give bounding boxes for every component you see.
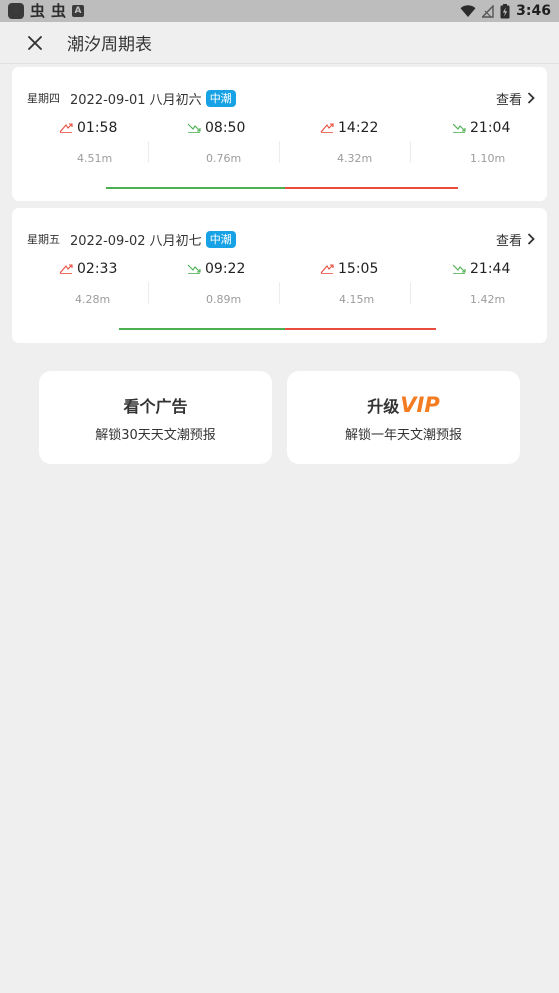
- tide-heights-row: 4.28m 0.89m 4.15m 1.42m: [12, 293, 547, 309]
- vip-tag: VIP: [400, 393, 440, 417]
- tide-time-value: 08:50: [205, 120, 246, 136]
- chevron-right-icon: [527, 92, 535, 104]
- view-details-link[interactable]: 查看: [496, 228, 535, 250]
- view-label: 查看: [495, 92, 522, 108]
- tide-height-value: 1.10m: [470, 152, 506, 165]
- tide-height-value: 4.51m: [77, 152, 113, 165]
- tide-day-card[interactable]: 星期五 2022-09-02 八月初七 中潮 查看 02:33 09:22 15…: [12, 208, 547, 343]
- date-label: 2022-09-02 八月初七: [70, 233, 202, 249]
- app-bar: 潮汐周期表: [0, 22, 559, 64]
- tide-time-low: 21:04: [452, 118, 510, 138]
- tide-height-value: 0.89m: [206, 293, 242, 306]
- app-notification-icon: [8, 3, 24, 19]
- page-title: 潮汐周期表: [67, 35, 152, 55]
- chevron-right-icon: [527, 233, 535, 245]
- tide-times-row: 01:58 08:50 14:22 21:04: [12, 118, 547, 138]
- tide-height-value: 4.15m: [339, 293, 375, 306]
- no-signal-icon: [482, 4, 494, 18]
- tide-rising-icon: [59, 264, 73, 274]
- upgrade-vip-button[interactable]: 升级 VIP 解锁一年天文潮预报: [287, 371, 520, 464]
- low-tide-bar: [119, 328, 285, 330]
- tide-height-value: 4.32m: [337, 152, 373, 165]
- tide-rising-icon: [320, 123, 334, 133]
- tide-level-badge: 中潮: [205, 230, 236, 248]
- high-tide-bar: [285, 328, 436, 330]
- close-button[interactable]: [18, 26, 52, 60]
- upgrade-vip-title: 升级 VIP: [367, 392, 439, 418]
- tide-heights-row: 4.51m 0.76m 4.32m 1.10m: [12, 152, 547, 168]
- low-tide-bar: [106, 187, 285, 189]
- tide-day-card[interactable]: 星期四 2022-09-01 八月初六 中潮 查看 01:58 08:50 14…: [12, 67, 547, 201]
- tide-time-high: 02:33: [59, 259, 117, 279]
- tide-time-value: 14:22: [338, 120, 379, 136]
- tide-time-high: 01:58: [59, 118, 117, 138]
- date-label: 2022-09-01 八月初六: [70, 92, 202, 108]
- battery-charging-icon: [500, 3, 510, 18]
- watch-ad-title: 看个广告: [123, 397, 188, 416]
- tide-height-value: 0.76m: [206, 152, 242, 165]
- view-label: 查看: [495, 233, 522, 249]
- tide-time-high: 14:22: [320, 118, 378, 138]
- high-tide-bar: [285, 187, 458, 189]
- tide-time-low: 09:22: [187, 259, 245, 279]
- tide-time-low: 21:44: [452, 259, 510, 279]
- close-icon: [28, 35, 42, 50]
- tide-time-value: 09:22: [205, 261, 246, 277]
- view-details-link[interactable]: 查看: [496, 87, 535, 109]
- watch-ad-button[interactable]: 看个广告 解锁30天天文潮预报: [39, 371, 272, 464]
- tide-time-high: 15:05: [320, 259, 378, 279]
- tide-time-value: 21:44: [470, 261, 511, 277]
- tide-time-value: 02:33: [77, 261, 118, 277]
- tide-rising-icon: [320, 264, 334, 274]
- tide-time-value: 01:58: [77, 120, 118, 136]
- wifi-icon: [460, 5, 476, 17]
- tide-level-badge: 中潮: [205, 89, 236, 107]
- bug-notification-icon: 虫: [30, 2, 46, 20]
- tide-times-row: 02:33 09:22 15:05 21:44: [12, 259, 547, 279]
- weekday-label: 星期四: [27, 92, 60, 105]
- watch-ad-subtitle: 解锁30天天文潮预报: [95, 428, 216, 443]
- a-notification-icon: A: [72, 5, 85, 17]
- tide-rising-icon: [59, 123, 73, 133]
- tide-falling-icon: [452, 123, 466, 133]
- upgrade-vip-subtitle: 解锁一年天文潮预报: [344, 428, 462, 443]
- tide-time-value: 15:05: [338, 261, 379, 277]
- weekday-label: 星期五: [27, 233, 60, 246]
- upgrade-label: 升级: [367, 397, 400, 416]
- tide-time-value: 21:04: [470, 120, 511, 136]
- tide-falling-icon: [452, 264, 466, 274]
- tide-falling-icon: [187, 264, 201, 274]
- day-card-header: 星期四 2022-09-01 八月初六 中潮 查看: [12, 87, 547, 109]
- tide-height-value: 1.42m: [470, 293, 506, 306]
- day-card-header: 星期五 2022-09-02 八月初七 中潮 查看: [12, 228, 547, 250]
- status-time: 3:46: [516, 3, 551, 19]
- tide-falling-icon: [187, 123, 201, 133]
- bug-notification-icon: 虫: [51, 2, 67, 20]
- tide-time-low: 08:50: [187, 118, 245, 138]
- status-bar: 虫 虫 A 3:46: [0, 0, 559, 22]
- tide-height-value: 4.28m: [75, 293, 111, 306]
